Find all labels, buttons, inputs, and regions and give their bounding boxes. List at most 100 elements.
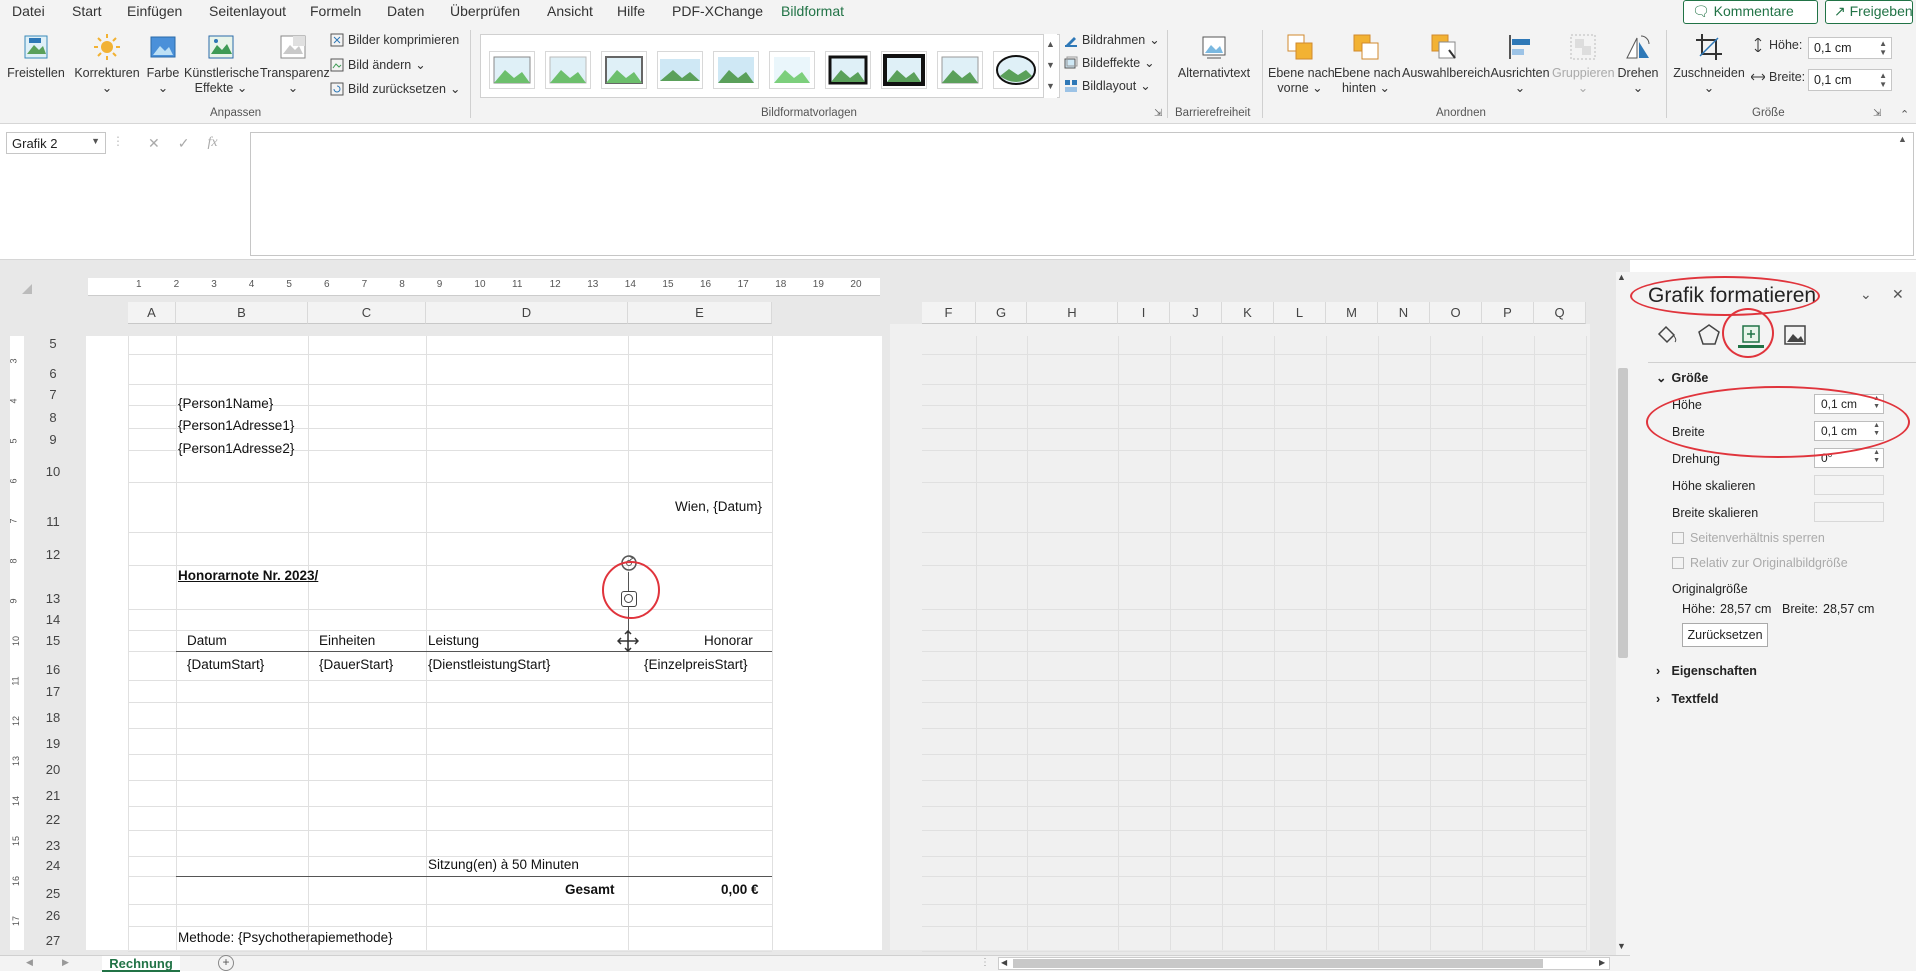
column-header[interactable]: G [976, 302, 1027, 324]
cell-datum-start[interactable]: {DatumStart} [187, 657, 264, 672]
tab-formeln[interactable]: Formeln [310, 3, 361, 19]
cell-dienstleistung-start[interactable]: {DienstleistungStart} [428, 657, 550, 672]
pane-options-chevron-icon[interactable]: ⌄ [1860, 286, 1872, 303]
tab-daten[interactable]: Daten [387, 3, 424, 19]
tab-seitenlayout[interactable]: Seitenlayout [209, 3, 286, 19]
style-thumb[interactable] [601, 51, 647, 89]
cell-header-leistung[interactable]: Leistung [428, 633, 479, 648]
horizontal-scrollbar[interactable]: ◀ ▶ [998, 957, 1610, 970]
column-header[interactable]: E [628, 302, 772, 324]
row-header[interactable]: 19 [28, 736, 78, 751]
function-icon[interactable]: fx [207, 135, 217, 151]
ebene-nach-hinten-button[interactable]: Ebene nach hinten ⌄ [1334, 32, 1401, 96]
column-header[interactable]: L [1274, 302, 1326, 324]
spinner-icon[interactable]: ▲ ▼ [1873, 449, 1880, 465]
effects-tab-icon[interactable] [1696, 322, 1722, 348]
row-header[interactable]: 18 [28, 710, 78, 725]
hscroll-thumb[interactable] [1013, 959, 1543, 968]
style-thumb[interactable] [825, 51, 871, 89]
row-header[interactable]: 21 [28, 788, 78, 803]
row-header[interactable]: 6 [28, 366, 78, 381]
column-header[interactable]: J [1170, 302, 1222, 324]
row-header[interactable]: 8 [28, 410, 78, 425]
style-thumb[interactable] [545, 51, 591, 89]
tab-bildformat[interactable]: Bildformat [781, 3, 845, 27]
scroll-down-icon[interactable]: ▼ [1617, 941, 1626, 951]
scroll-up-icon[interactable]: ▲ [1617, 272, 1626, 282]
spinner-icon[interactable]: ▲ ▼ [1879, 39, 1887, 57]
column-header[interactable]: F [922, 302, 976, 324]
row-header[interactable]: 14 [28, 612, 78, 627]
section-textfeld[interactable]: › Textfeld [1656, 692, 1718, 706]
bildrahmen-button[interactable]: Bildrahmen ⌄ [1064, 32, 1160, 47]
row-header[interactable]: 10 [28, 464, 78, 479]
kuenstlerische-effekte-button[interactable]: Künstlerische Effekte ⌄ [184, 32, 259, 96]
style-thumb[interactable] [993, 51, 1039, 89]
checkbox[interactable] [1672, 532, 1684, 544]
chk-seitenverhaeltnis[interactable]: Seitenverhältnis sperren [1672, 531, 1825, 545]
comments-button[interactable]: 🗨 Kommentare [1683, 0, 1818, 24]
column-header[interactable]: A [128, 302, 176, 324]
checkbox[interactable] [1672, 557, 1684, 569]
scroll-right-icon[interactable]: ▶ [1599, 958, 1605, 967]
add-sheet-icon[interactable]: + [218, 955, 234, 971]
bilder-komprimieren-button[interactable]: Bilder komprimieren [330, 33, 459, 47]
column-header[interactable]: P [1482, 302, 1534, 324]
section-groesse[interactable]: ⌄ Größe [1656, 370, 1708, 385]
row-header[interactable]: 26 [28, 908, 78, 923]
tab-nav-right-icon[interactable]: ▶ [62, 957, 69, 968]
row-header[interactable]: 17 [28, 684, 78, 699]
column-header[interactable]: I [1118, 302, 1170, 324]
cell-honorarnote[interactable]: Honorarnote Nr. 2023/ [178, 568, 318, 583]
ebene-nach-vorne-button[interactable]: Ebene nach vorne ⌄ [1268, 32, 1335, 96]
cell-header-honorar[interactable]: Honorar [704, 633, 753, 648]
transparenz-button[interactable]: Transparenz ⌄ [260, 32, 330, 96]
row-header[interactable]: 9 [28, 432, 78, 447]
row-header[interactable]: 27 [28, 933, 78, 948]
confirm-icon[interactable]: ✓ [178, 135, 190, 152]
column-header[interactable]: C [308, 302, 426, 324]
zuruecksetzen-button[interactable]: Zurücksetzen [1682, 623, 1768, 647]
ausrichten-button[interactable]: Ausrichten ⌄ [1488, 32, 1552, 96]
scroll-left-icon[interactable]: ◀ [1001, 958, 1007, 967]
alternativtext-button[interactable]: Alternativtext [1174, 32, 1254, 81]
fill-line-tab-icon[interactable] [1654, 322, 1680, 348]
style-thumb[interactable] [713, 51, 759, 89]
column-header[interactable]: O [1430, 302, 1482, 324]
style-thumb[interactable] [769, 51, 815, 89]
cell-gesamt-value[interactable]: 0,00 € [721, 882, 759, 897]
bild-aendern-button[interactable]: Bild ändern ⌄ [330, 57, 426, 72]
tab-pdfxchange[interactable]: PDF-XChange [672, 3, 763, 19]
row-header[interactable]: 7 [28, 387, 78, 402]
formula-input[interactable] [250, 132, 1914, 256]
collapse-ribbon-icon[interactable]: ⌃ [1900, 108, 1909, 121]
picture-styles-gallery[interactable] [480, 34, 1060, 98]
select-all-icon[interactable] [22, 284, 32, 294]
cell-dauer-start[interactable]: {DauerStart} [319, 657, 393, 672]
ribbon-breite-input[interactable]: 0,1 cm ▲ ▼ [1808, 69, 1892, 91]
vertical-scrollbar[interactable]: ▲ ▼ [1616, 272, 1630, 955]
bildlayout-button[interactable]: Bildlayout ⌄ [1064, 78, 1151, 93]
name-box[interactable]: Grafik 2 ▼ [6, 132, 106, 154]
cell-header-datum[interactable]: Datum [187, 633, 227, 648]
cell-adresse1[interactable]: {Person1Adresse1} [178, 418, 294, 433]
chk-relativ[interactable]: Relativ zur Originalbildgröße [1672, 556, 1848, 570]
tab-einfuegen[interactable]: Einfügen [127, 3, 182, 19]
column-header[interactable]: K [1222, 302, 1274, 324]
tab-nav-left-icon[interactable]: ◀ [26, 957, 33, 968]
tab-datei[interactable]: Datei [12, 3, 45, 19]
column-header[interactable]: M [1326, 302, 1378, 324]
expand-formula-icon[interactable]: ▲ [1898, 134, 1907, 144]
gruppieren-button[interactable]: Gruppieren ⌄ [1552, 32, 1615, 96]
scroll-thumb[interactable] [1618, 368, 1628, 658]
cell-header-einheiten[interactable]: Einheiten [319, 633, 375, 648]
column-header[interactable]: D [426, 302, 628, 324]
bildeffekte-button[interactable]: Bildeffekte ⌄ [1064, 55, 1155, 70]
row-header[interactable]: 13 [28, 591, 78, 606]
cell-sitzung[interactable]: Sitzung(en) à 50 Minuten [428, 857, 579, 872]
zuschneiden-button[interactable]: Zuschneiden ⌄ [1672, 32, 1746, 96]
row-header[interactable]: 24 [28, 858, 78, 873]
style-thumb[interactable] [657, 51, 703, 89]
column-header[interactable]: Q [1534, 302, 1586, 324]
style-thumb[interactable] [881, 51, 927, 89]
